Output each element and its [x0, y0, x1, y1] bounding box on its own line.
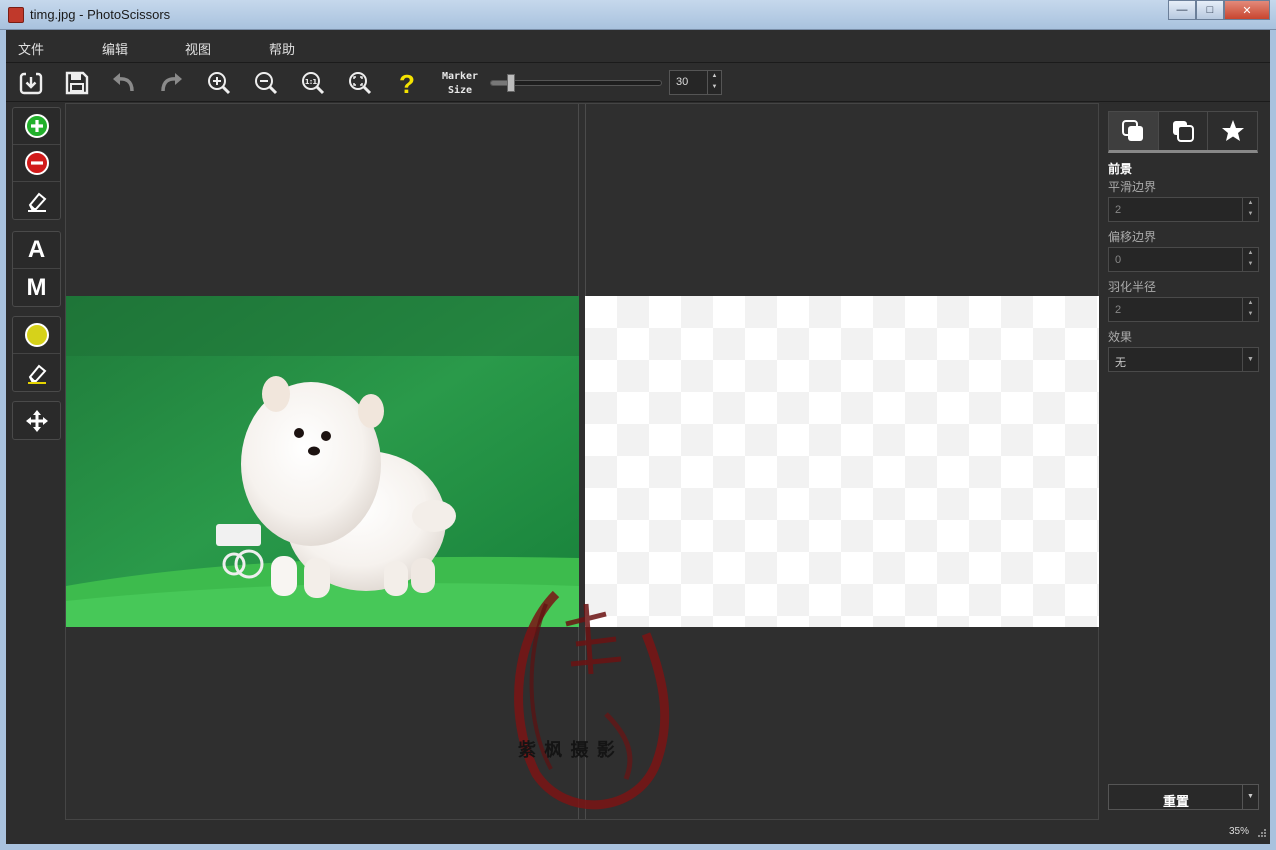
offset-input[interactable]: 0 ▲ ▼ — [1108, 247, 1259, 272]
left-tool-panel: A M — [6, 103, 64, 843]
manual-mode-button[interactable]: M — [13, 269, 60, 306]
smooth-input[interactable]: 2 ▲ ▼ — [1108, 197, 1259, 222]
background-icon — [1173, 121, 1194, 142]
auto-mode-button[interactable]: A — [13, 232, 60, 269]
marker-label-line1: Marker — [441, 71, 479, 82]
svg-text:?: ? — [399, 69, 415, 97]
star-icon — [1221, 120, 1244, 141]
reset-button[interactable]: 重置 ▼ — [1108, 784, 1259, 810]
canvas-area[interactable]: 紫 枫 摄 影 — [65, 103, 1099, 820]
zoom-in-icon[interactable] — [204, 68, 234, 98]
zoom-out-icon[interactable] — [251, 68, 281, 98]
tab-background[interactable] — [1159, 112, 1209, 150]
hair-marker-button[interactable] — [13, 317, 60, 354]
eraser-icon — [27, 192, 46, 212]
panel-tabs — [1108, 111, 1258, 153]
title-bar: timg.jpg - PhotoScissors — □ ✕ — [0, 0, 1276, 30]
window-title: timg.jpg - PhotoScissors — [30, 7, 171, 22]
eraser-button[interactable] — [13, 182, 60, 219]
plus-circle-icon — [24, 114, 49, 138]
undo-icon[interactable] — [109, 68, 139, 98]
offset-label: 偏移边界 — [1108, 230, 1157, 244]
window-frame-bottom — [0, 844, 1276, 850]
menu-edit[interactable]: 编辑 — [102, 39, 128, 58]
hair-eraser-button[interactable] — [13, 354, 60, 391]
effect-value: 无 — [1115, 357, 1126, 369]
window-frame-right — [1270, 30, 1276, 850]
menu-view[interactable]: 视图 — [185, 39, 211, 58]
actual-size-icon[interactable]: 1:1 — [298, 68, 328, 98]
svg-text:1:1: 1:1 — [305, 78, 318, 86]
eraser-yellow-icon — [27, 364, 46, 384]
marker-size-slider[interactable] — [490, 80, 662, 86]
redo-icon[interactable] — [156, 68, 186, 98]
help-icon[interactable]: ? — [392, 68, 422, 98]
zoom-level: 35% — [1229, 826, 1250, 837]
menu-bar: 文件 编辑 视图 帮助 — [6, 30, 1270, 63]
foreground-icon — [1122, 120, 1144, 141]
close-button[interactable]: ✕ — [1224, 0, 1270, 20]
effect-select[interactable]: 无 ▼ — [1108, 347, 1259, 372]
marker-label-line2: Size — [447, 85, 473, 96]
minimize-button[interactable]: — — [1168, 0, 1196, 20]
resize-grip-icon[interactable] — [1257, 828, 1267, 838]
yellow-circle-icon — [24, 323, 49, 347]
tab-foreground[interactable] — [1109, 112, 1159, 150]
feather-input[interactable]: 2 ▲ ▼ — [1108, 297, 1259, 322]
remove-marker-button[interactable] — [13, 145, 60, 182]
spin-arrows-icon[interactable]: ▲ ▼ — [1242, 298, 1258, 321]
offset-value: 0 — [1115, 254, 1122, 266]
feather-value: 2 — [1115, 304, 1122, 316]
maximize-button[interactable]: □ — [1196, 0, 1224, 20]
fit-window-icon[interactable] — [345, 68, 375, 98]
hair-tool-group — [12, 316, 61, 392]
move-tool-group — [12, 401, 61, 440]
minus-circle-icon — [24, 151, 49, 175]
reset-label: 重置 — [1162, 794, 1189, 809]
menu-help[interactable]: 帮助 — [269, 39, 295, 58]
tab-effects[interactable] — [1208, 112, 1257, 150]
marker-size-label: Marker Size — [438, 70, 482, 98]
open-icon[interactable] — [16, 68, 46, 98]
mode-tool-group: A M — [12, 231, 61, 307]
move-icon — [25, 409, 48, 432]
marker-size-value: 30 — [676, 76, 689, 88]
spin-arrows-icon[interactable]: ▲ ▼ — [1242, 248, 1258, 271]
toolbar: 1:1 ? Marker Size 30 ▲ ▼ — [6, 64, 1270, 102]
section-title: 前景 — [1108, 162, 1133, 176]
marker-size-spinbox[interactable]: 30 ▲ ▼ — [669, 70, 722, 95]
marker-tool-group — [12, 107, 61, 220]
watermark-seal — [514, 590, 670, 810]
smooth-label: 平滑边界 — [1108, 180, 1157, 194]
move-button[interactable] — [13, 402, 60, 439]
smooth-value: 2 — [1115, 204, 1122, 216]
feather-label: 羽化半径 — [1108, 280, 1157, 294]
chevron-down-icon[interactable]: ▼ — [1242, 785, 1258, 809]
slider-thumb[interactable] — [507, 74, 515, 92]
save-icon[interactable] — [62, 68, 92, 98]
keep-marker-button[interactable] — [13, 108, 60, 145]
effect-label: 效果 — [1108, 330, 1133, 344]
spin-arrows-icon[interactable]: ▲ ▼ — [707, 71, 721, 94]
manual-mode-label: M — [26, 273, 47, 301]
spin-arrows-icon[interactable]: ▲ ▼ — [1242, 198, 1258, 221]
settings-panel: 前景 平滑边界 2 ▲ ▼ 偏移边界 0 ▲ ▼ 羽化半径 2 ▲ ▼ 效果 无 ▼ … — [1100, 103, 1270, 843]
watermark-text: 紫 枫 摄 影 — [518, 740, 616, 761]
app-icon — [8, 7, 24, 23]
menu-file[interactable]: 文件 — [18, 39, 44, 58]
auto-mode-label: A — [27, 236, 46, 263]
chevron-down-icon[interactable]: ▼ — [1242, 348, 1258, 371]
